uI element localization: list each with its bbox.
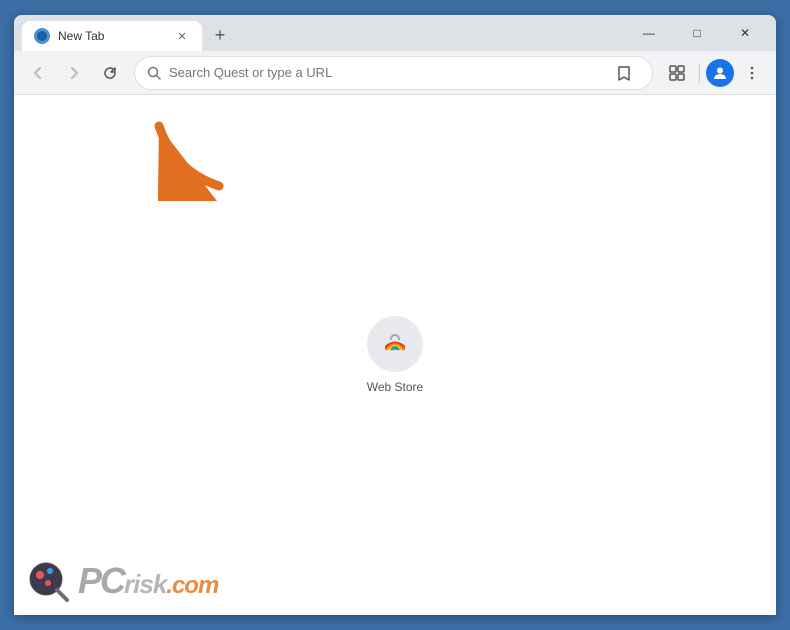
webstore-shortcut[interactable]: Web Store (367, 316, 423, 394)
bookmark-icon[interactable] (608, 57, 640, 89)
minimize-button[interactable]: — (626, 21, 672, 45)
pcrisk-logo (26, 559, 70, 603)
menu-button[interactable] (736, 57, 768, 89)
active-tab[interactable]: New Tab ✕ (22, 21, 202, 51)
nav-bar (14, 51, 776, 95)
address-input[interactable] (169, 65, 600, 80)
page-content: Web Store PC risk .com (14, 95, 776, 615)
back-icon (30, 65, 46, 81)
maximize-button[interactable]: □ (674, 21, 720, 45)
webstore-label: Web Store (367, 380, 423, 394)
search-icon (147, 66, 161, 80)
reload-icon (102, 65, 118, 81)
address-bar[interactable] (134, 56, 653, 90)
arrow-annotation (144, 111, 234, 206)
new-tab-button[interactable]: + (206, 21, 234, 49)
reload-button[interactable] (94, 57, 126, 89)
title-bar: New Tab ✕ + — □ ✕ (14, 15, 776, 51)
watermark-text: PC risk .com (78, 560, 218, 602)
back-button[interactable] (22, 57, 54, 89)
pointing-arrow (144, 111, 234, 201)
tab-title: New Tab (58, 29, 166, 43)
shortcuts-area: Web Store (367, 316, 423, 394)
profile-button[interactable] (706, 59, 734, 87)
tab-favicon (34, 28, 50, 44)
extensions-button[interactable] (661, 57, 693, 89)
window-controls: — □ ✕ (626, 21, 768, 45)
watermark: PC risk .com (26, 559, 218, 603)
tab-close-button[interactable]: ✕ (174, 28, 190, 44)
forward-icon (66, 65, 82, 81)
webstore-icon (379, 328, 411, 360)
webstore-icon-container (367, 316, 423, 372)
nav-right-icons (661, 57, 768, 89)
browser-window: New Tab ✕ + — □ ✕ (14, 15, 776, 615)
nav-divider (699, 63, 700, 83)
close-button[interactable]: ✕ (722, 21, 768, 45)
forward-button[interactable] (58, 57, 90, 89)
tab-area: New Tab ✕ + (22, 21, 626, 51)
